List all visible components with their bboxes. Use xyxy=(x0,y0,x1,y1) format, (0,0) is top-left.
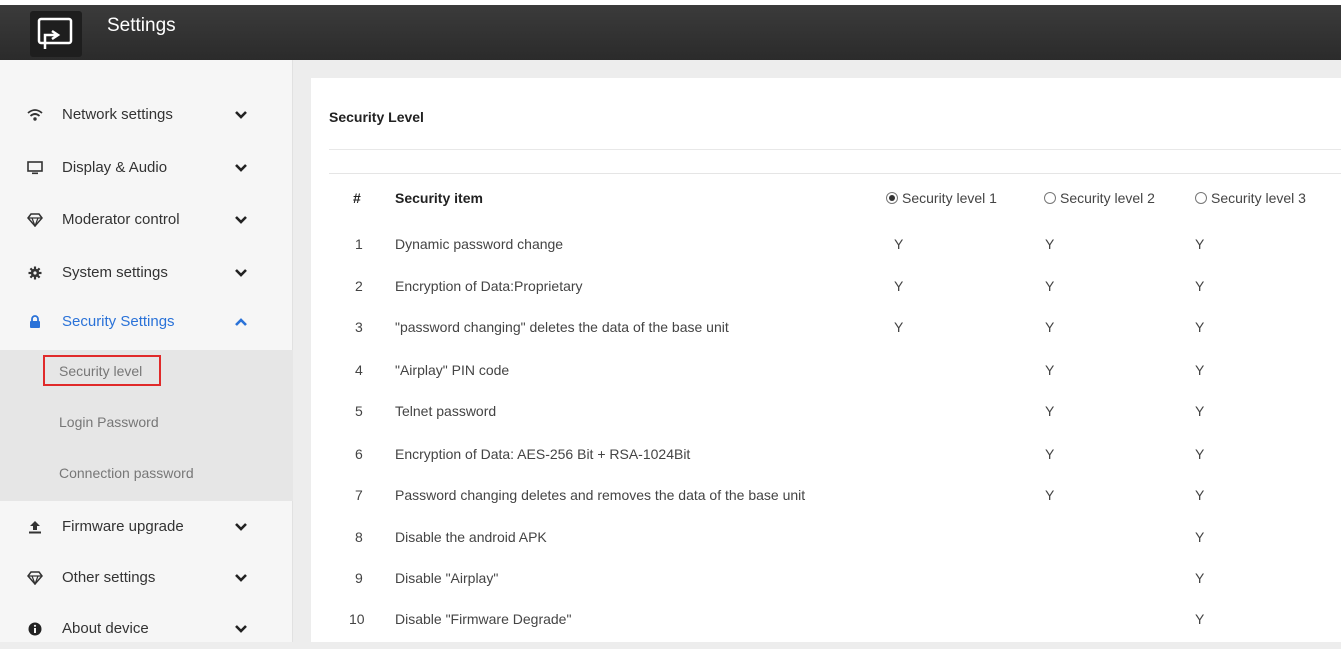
row-security-item: Dynamic password change xyxy=(395,236,564,252)
row-number: 5 xyxy=(355,403,363,419)
sidebar-item-label: System settings xyxy=(62,264,168,281)
chevron-down-icon[interactable] xyxy=(234,572,248,584)
row-security-item: Disable "Firmware Degrade" xyxy=(395,611,572,627)
sidebar-item-label: About device xyxy=(62,620,149,637)
chevron-down-icon[interactable] xyxy=(234,623,248,635)
diamond-icon xyxy=(25,558,45,598)
row-level-3-value: Y xyxy=(1195,487,1205,503)
chevron-down-icon[interactable] xyxy=(234,162,248,174)
row-level-1-value: Y xyxy=(894,236,904,252)
radio-label: Security level 3 xyxy=(1211,190,1306,206)
sidebar-item-about-device[interactable]: About device xyxy=(0,609,293,649)
row-level-2-value: Y xyxy=(1045,319,1055,335)
row-level-3-value: Y xyxy=(1195,362,1205,378)
row-level-2-value: Y xyxy=(1045,487,1055,503)
row-level-3-value: Y xyxy=(1195,403,1205,419)
submenu-item-label: Security level xyxy=(59,363,143,379)
lock-icon xyxy=(25,302,45,342)
row-security-item: "password changing" deletes the data of … xyxy=(395,319,729,335)
row-level-3-value: Y xyxy=(1195,278,1205,294)
row-level-2-value: Y xyxy=(1045,403,1055,419)
row-security-item: Password changing deletes and removes th… xyxy=(395,487,806,503)
row-number: 9 xyxy=(355,570,363,586)
info-icon xyxy=(25,609,45,649)
chevron-down-icon[interactable] xyxy=(234,109,248,121)
sidebar-item-system-settings[interactable]: System settings xyxy=(0,253,293,293)
radio-security-level-1[interactable]: Security level 1 xyxy=(886,190,997,206)
row-security-item: Disable "Airplay" xyxy=(395,570,499,586)
column-header-security-item: Security item xyxy=(395,190,483,206)
radio-security-level-3[interactable]: Security level 3 xyxy=(1195,190,1306,206)
diamond-icon xyxy=(25,200,45,240)
submenu-item-label: Login Password xyxy=(59,414,159,430)
submenu-item-connection-password[interactable]: Connection password xyxy=(0,452,293,496)
row-level-3-value: Y xyxy=(1195,319,1205,335)
wifi-icon xyxy=(25,95,45,135)
sidebar: Network settings Display & Audio Moderat… xyxy=(0,60,293,642)
row-security-item: Telnet password xyxy=(395,403,497,419)
radio-selected-icon[interactable] xyxy=(886,192,898,204)
main-content: Security Level # Security item Security … xyxy=(311,78,1341,642)
sidebar-item-label: Security Settings xyxy=(62,313,175,330)
row-level-2-value: Y xyxy=(1045,446,1055,462)
row-number: 1 xyxy=(355,236,363,252)
row-level-2-value: Y xyxy=(1045,236,1055,252)
sidebar-item-label: Network settings xyxy=(62,106,173,123)
sidebar-item-display-audio[interactable]: Display & Audio xyxy=(0,148,293,188)
row-number: 10 xyxy=(349,611,365,627)
chevron-up-icon[interactable] xyxy=(234,316,248,328)
divider xyxy=(329,149,1341,150)
row-security-item: Disable the android APK xyxy=(395,529,547,545)
chevron-down-icon[interactable] xyxy=(234,267,248,279)
row-number: 2 xyxy=(355,278,363,294)
radio-unselected-icon[interactable] xyxy=(1044,192,1056,204)
sidebar-item-security-settings[interactable]: Security Settings xyxy=(0,302,293,342)
sidebar-item-moderator-control[interactable]: Moderator control xyxy=(0,200,293,240)
row-level-1-value: Y xyxy=(894,319,904,335)
screen-mirror-icon[interactable] xyxy=(30,11,82,57)
row-level-3-value: Y xyxy=(1195,236,1205,252)
row-level-2-value: Y xyxy=(1045,362,1055,378)
sidebar-item-label: Moderator control xyxy=(62,211,180,228)
row-number: 3 xyxy=(355,319,363,335)
app-header: Settings xyxy=(0,0,1341,60)
radio-label: Security level 1 xyxy=(902,190,997,206)
row-level-2-value: Y xyxy=(1045,278,1055,294)
security-submenu: Security level Login Password Connection… xyxy=(0,350,293,501)
sidebar-item-label: Firmware upgrade xyxy=(62,518,184,535)
row-number: 7 xyxy=(355,487,363,503)
row-level-1-value: Y xyxy=(894,278,904,294)
monitor-icon xyxy=(25,148,45,188)
radio-unselected-icon[interactable] xyxy=(1195,192,1207,204)
row-security-item: "Airplay" PIN code xyxy=(395,362,510,378)
row-level-3-value: Y xyxy=(1195,570,1205,586)
sidebar-item-firmware-upgrade[interactable]: Firmware upgrade xyxy=(0,507,293,547)
sidebar-item-network-settings[interactable]: Network settings xyxy=(0,95,293,135)
submenu-item-login-password[interactable]: Login Password xyxy=(0,401,293,445)
chevron-down-icon[interactable] xyxy=(234,521,248,533)
gear-icon xyxy=(25,253,45,293)
row-level-3-value: Y xyxy=(1195,529,1205,545)
divider xyxy=(329,173,1341,174)
row-number: 6 xyxy=(355,446,363,462)
page-title: Security Level xyxy=(329,109,424,125)
submenu-item-security-level[interactable]: Security level xyxy=(0,350,293,394)
chevron-down-icon[interactable] xyxy=(234,214,248,226)
row-security-item: Encryption of Data: AES-256 Bit + RSA-10… xyxy=(395,446,691,462)
sidebar-item-label: Other settings xyxy=(62,569,156,586)
column-header-number: # xyxy=(353,190,361,206)
row-level-3-value: Y xyxy=(1195,446,1205,462)
radio-security-level-2[interactable]: Security level 2 xyxy=(1044,190,1155,206)
radio-label: Security level 2 xyxy=(1060,190,1155,206)
sidebar-item-other-settings[interactable]: Other settings xyxy=(0,558,293,598)
sidebar-item-label: Display & Audio xyxy=(62,159,168,176)
submenu-item-label: Connection password xyxy=(59,465,194,481)
row-number: 4 xyxy=(355,362,363,378)
row-security-item: Encryption of Data:Proprietary xyxy=(395,278,583,294)
row-level-3-value: Y xyxy=(1195,611,1205,627)
row-number: 8 xyxy=(355,529,363,545)
app-title: Settings xyxy=(107,15,176,36)
upload-icon xyxy=(25,507,45,547)
